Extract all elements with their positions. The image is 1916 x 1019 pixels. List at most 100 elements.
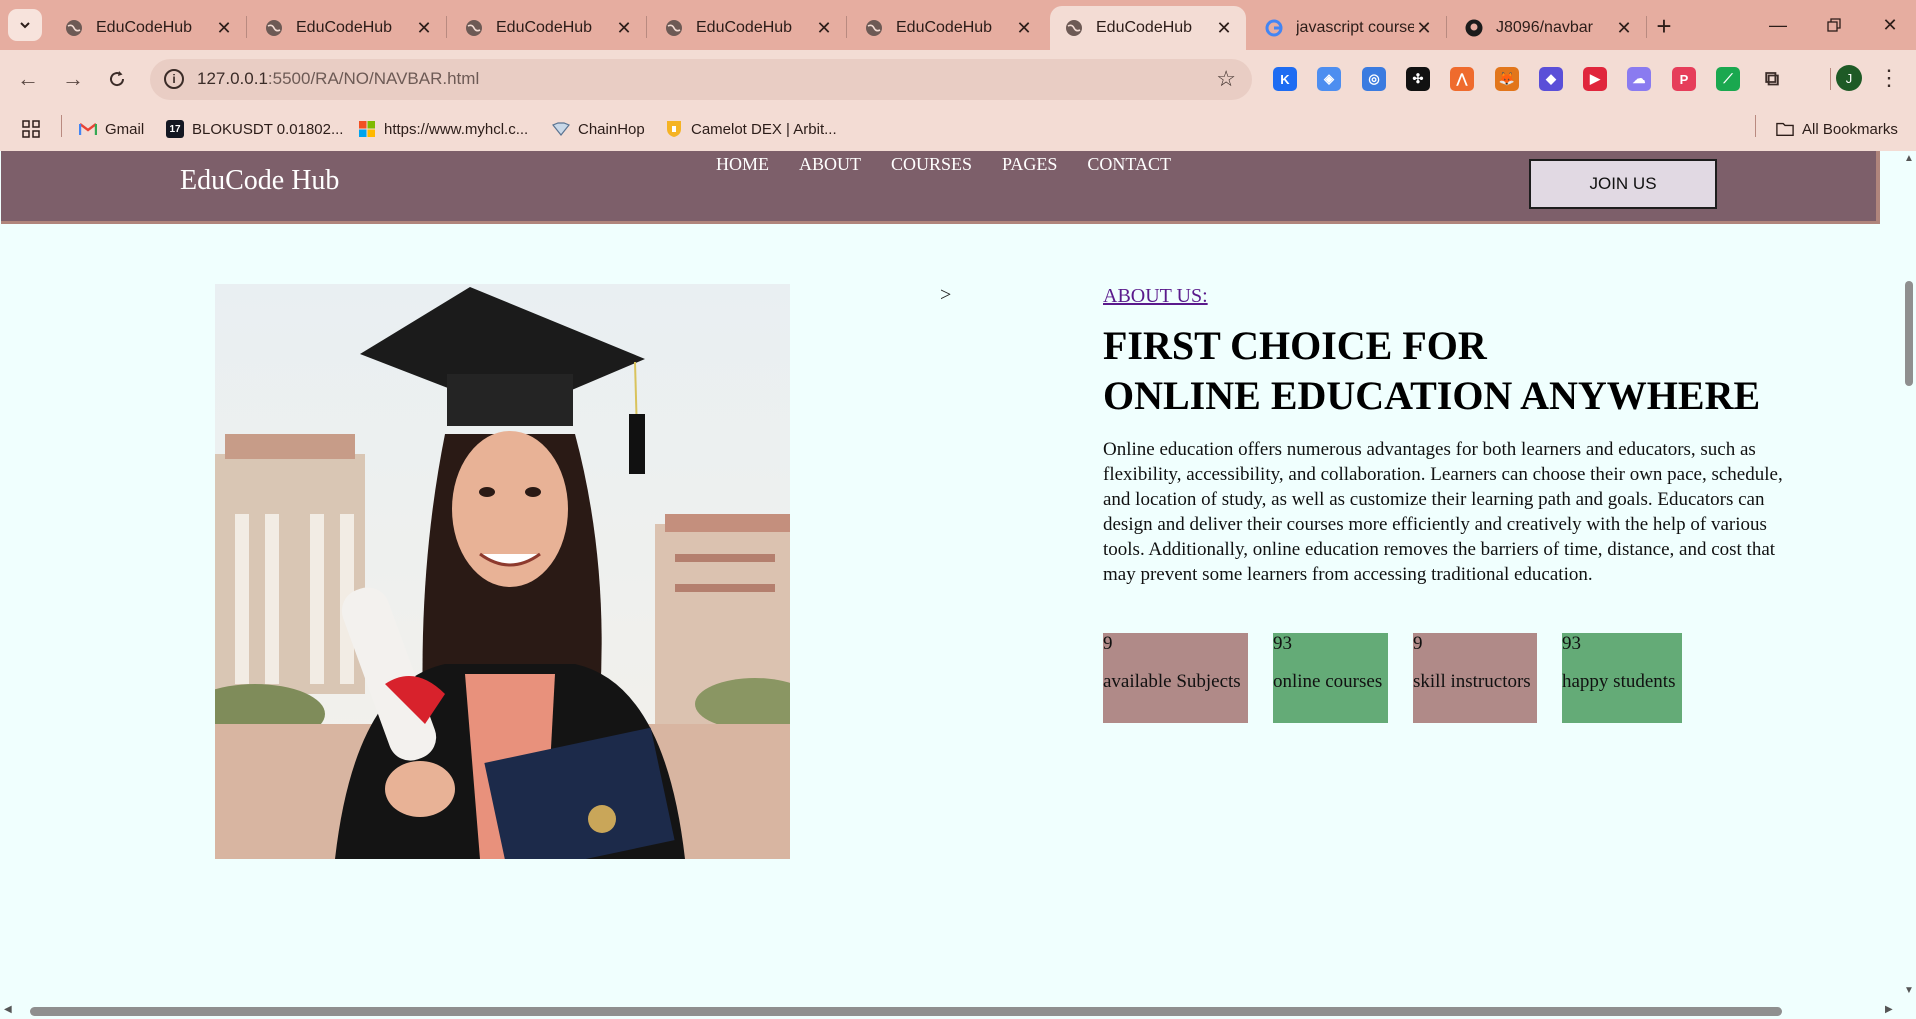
back-arrow-icon[interactable]: ← (11, 62, 45, 96)
profile-avatar[interactable]: J (1836, 65, 1862, 91)
stat-label: available Subjects (1103, 671, 1241, 692)
nav-pages[interactable]: PAGES (1002, 154, 1057, 175)
browser-chrome: EduCodeHub ✕ EduCodeHub ✕ EduCodeHub ✕ E… (0, 0, 1916, 151)
scroll-right-arrow-icon[interactable]: ▶ (1885, 1004, 1893, 1015)
bird-extension-icon[interactable]: ◆ (1539, 67, 1563, 91)
tab-strip: EduCodeHub ✕ EduCodeHub ✕ EduCodeHub ✕ E… (0, 0, 1916, 50)
tab-divider (446, 16, 447, 38)
stat-box-students: 93 happy students (1562, 633, 1682, 723)
close-icon[interactable]: ✕ (414, 18, 434, 38)
nav-courses[interactable]: COURSES (891, 154, 972, 175)
tab-6-active[interactable]: EduCodeHub ✕ (1050, 6, 1246, 50)
drop-extension-icon[interactable]: ◈ (1317, 67, 1341, 91)
bookmark-myhcl[interactable]: https://www.myhcl.c... (358, 116, 528, 142)
video-extension-icon[interactable]: ▶ (1583, 67, 1607, 91)
tab-2[interactable]: EduCodeHub ✕ (250, 6, 446, 50)
site-nav-links: HOME ABOUT COURSES PAGES CONTACT (716, 154, 1201, 175)
bookmarks-divider (61, 115, 62, 137)
scroll-left-arrow-icon[interactable]: ◀ (4, 1004, 12, 1015)
restore-icon[interactable] (1814, 10, 1854, 40)
vertical-scroll-thumb[interactable] (1905, 281, 1913, 386)
bookmark-star-icon[interactable]: ☆ (1216, 66, 1236, 92)
green-extension-icon[interactable]: ⟋ (1716, 67, 1740, 91)
minimize-icon[interactable]: — (1758, 10, 1798, 40)
bookmark-blokusdt[interactable]: 17 BLOKUSDT 0.01802... (166, 116, 343, 142)
tab-1[interactable]: EduCodeHub ✕ (50, 6, 246, 50)
toolbar-divider (1830, 68, 1831, 90)
flame-extension-icon[interactable]: ⋀ (1450, 67, 1474, 91)
puzzle-extension-icon[interactable]: ⧉ (1760, 67, 1784, 91)
all-bookmarks-folder[interactable]: All Bookmarks (1776, 116, 1898, 142)
site-logo-text[interactable]: EduCode Hub (180, 165, 339, 197)
cloud-extension-icon[interactable]: ☁ (1627, 67, 1651, 91)
about-us-link[interactable]: ABOUT US: (1103, 285, 1208, 308)
chevron-down-icon (20, 22, 30, 29)
window-close-icon[interactable]: ✕ (1870, 10, 1910, 40)
stat-label: happy students (1562, 671, 1676, 692)
globe-icon (264, 18, 284, 38)
page-headline: FIRST CHOICE FOR ONLINE EDUCATION ANYWHE… (1103, 321, 1760, 421)
tab-search-button[interactable] (8, 9, 42, 41)
bookmark-chainhop[interactable]: ChainHop (552, 116, 645, 142)
tab-5[interactable]: EduCodeHub ✕ (850, 6, 1046, 50)
new-tab-button[interactable]: + (1650, 11, 1678, 41)
close-icon[interactable]: ✕ (1214, 18, 1234, 38)
wave-extension-icon[interactable]: ◎ (1362, 67, 1386, 91)
globe-icon (464, 18, 484, 38)
close-icon[interactable]: ✕ (614, 18, 634, 38)
tab-title: EduCodeHub (296, 19, 393, 36)
avatar-letter: J (1845, 70, 1853, 86)
tab-7[interactable]: javascript course ✕ (1250, 6, 1446, 50)
reload-icon[interactable] (100, 62, 134, 96)
nav-about[interactable]: ABOUT (799, 154, 861, 175)
tab-divider (1446, 16, 1447, 38)
dots-extension-icon[interactable]: ✣ (1406, 67, 1430, 91)
nav-home[interactable]: HOME (716, 154, 769, 175)
bookmark-label: Camelot DEX | Arbit... (691, 120, 837, 138)
horizontal-scrollbar[interactable]: ◀ ▶ (0, 1002, 1916, 1019)
stat-box-subjects: 9 available Subjects (1103, 633, 1248, 723)
tab-4[interactable]: EduCodeHub ✕ (650, 6, 846, 50)
google-icon (1264, 18, 1284, 38)
all-bookmarks-label: All Bookmarks (1802, 120, 1898, 138)
tab-8[interactable]: J8096/navbar ✕ (1450, 6, 1646, 50)
metamask-extension-icon[interactable]: 🦊 (1495, 67, 1519, 91)
site-info-icon[interactable]: i (164, 69, 184, 89)
globe-icon (1064, 18, 1084, 38)
tab-3[interactable]: EduCodeHub ✕ (450, 6, 646, 50)
page-viewport: EduCode Hub HOME ABOUT COURSES PAGES CON… (0, 151, 1900, 1002)
nav-contact[interactable]: CONTACT (1087, 154, 1171, 175)
about-paragraph: Online education offers numerous advanta… (1103, 439, 1783, 585)
apps-grid-icon[interactable] (22, 116, 40, 142)
close-icon[interactable]: ✕ (814, 18, 834, 38)
vertical-scrollbar[interactable]: ▲ ▼ (1900, 151, 1916, 1002)
bookmark-label: https://www.myhcl.c... (384, 120, 529, 138)
close-icon[interactable]: ✕ (214, 18, 234, 38)
close-icon[interactable]: ✕ (1614, 18, 1634, 38)
join-us-button[interactable]: JOIN US (1529, 159, 1717, 209)
horizontal-scroll-thumb[interactable] (30, 1007, 1782, 1016)
chainhop-icon (552, 120, 570, 138)
more-menu-icon[interactable]: ⋮ (1878, 64, 1900, 94)
stat-number: 93 (1562, 633, 1581, 654)
scroll-up-arrow-icon[interactable]: ▲ (1904, 153, 1914, 164)
url-text[interactable]: 127.0.0.1:5500/RA/NO/NAVBAR.html (197, 69, 479, 89)
bookmark-gmail[interactable]: Gmail (79, 116, 144, 142)
close-icon[interactable]: ✕ (1014, 18, 1034, 38)
url-host: 127.0.0.1 (197, 69, 268, 88)
k-extension-icon[interactable]: K (1273, 67, 1297, 91)
stat-label: skill instructors (1413, 671, 1531, 692)
headline-line-1: FIRST CHOICE FOR (1103, 323, 1487, 368)
globe-icon (864, 18, 884, 38)
close-icon[interactable]: ✕ (1414, 18, 1434, 38)
bookmark-label: Gmail (105, 120, 145, 138)
scroll-down-arrow-icon[interactable]: ▼ (1904, 985, 1914, 996)
folder-icon (1776, 120, 1794, 138)
address-bar[interactable]: i 127.0.0.1:5500/RA/NO/NAVBAR.html ☆ (150, 59, 1252, 100)
stat-number: 9 (1413, 633, 1423, 654)
forward-arrow-icon[interactable]: → (56, 62, 90, 96)
p-extension-icon[interactable]: P (1672, 67, 1696, 91)
tab-divider (846, 16, 847, 38)
tab-title: EduCodeHub (96, 19, 193, 36)
bookmark-camelot[interactable]: Camelot DEX | Arbit... (665, 116, 837, 142)
